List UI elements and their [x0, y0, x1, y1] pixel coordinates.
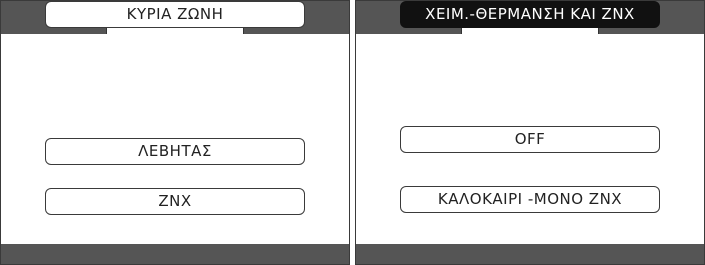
boiler-screen: ΛΕΒΗΤΑΣ OFF ΚΑΛΟΚΑΙΡΙ -ΜΟΝΟ ΖΝΧ ΧΕΙΜ.-ΘΕ… [355, 0, 705, 265]
menu-item-dhw[interactable]: ΖΝΧ [45, 188, 305, 215]
menu-item-boiler[interactable]: ΛΕΒΗΤΑΣ [45, 138, 305, 165]
option-winter-heating-and-dhw[interactable]: ΧΕΙΜ.-ΘΕΡΜΑΝΣΗ ΚΑΙ ΖΝΧ [400, 1, 660, 28]
footer-bar [356, 244, 704, 264]
status-screen: ΚΑΤΑΣΤΑΣΗ ΛΕΒΗΤΑΣ ΖΝΧ ΚΥΡΙΑ ΖΩΝΗ [0, 0, 350, 265]
option-summer-dhw-only[interactable]: ΚΑΛΟΚΑΙΡΙ -ΜΟΝΟ ΖΝΧ [400, 186, 660, 213]
option-off[interactable]: OFF [400, 126, 660, 153]
menu-item-main-zone[interactable]: ΚΥΡΙΑ ΖΩΝΗ [45, 1, 305, 28]
footer-bar [1, 244, 349, 264]
